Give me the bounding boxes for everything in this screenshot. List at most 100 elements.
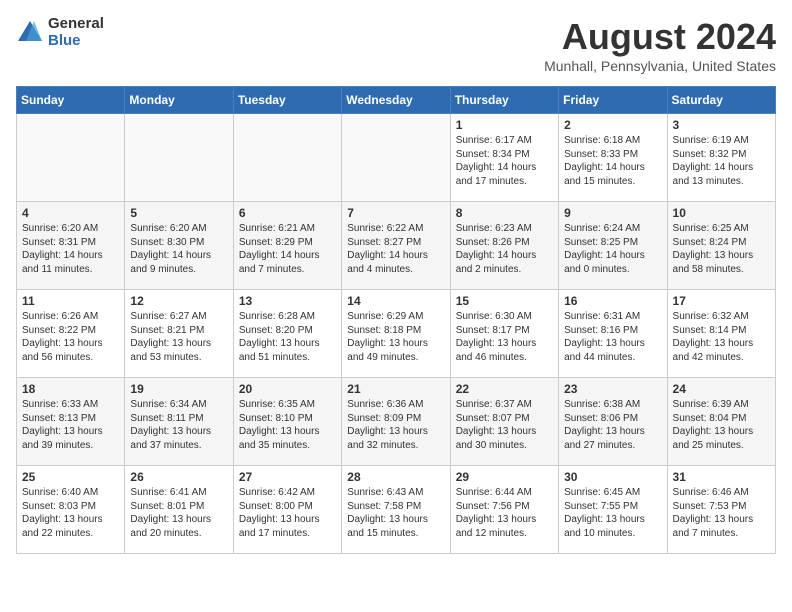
logo-blue-text: Blue [48,33,104,50]
day-number: 7 [347,206,444,220]
day-number: 30 [564,470,661,484]
day-info: Sunrise: 6:37 AM Sunset: 8:07 PM Dayligh… [456,398,553,452]
calendar-cell: 5Sunrise: 6:20 AM Sunset: 8:30 PM Daylig… [125,202,233,290]
calendar-cell: 9Sunrise: 6:24 AM Sunset: 8:25 PM Daylig… [559,202,667,290]
day-info: Sunrise: 6:17 AM Sunset: 8:34 PM Dayligh… [456,134,553,188]
day-info: Sunrise: 6:27 AM Sunset: 8:21 PM Dayligh… [130,310,227,364]
calendar-cell: 10 Sunrise: 6:25 AM Sunset: 8:24 PM Dayli… [667,202,775,290]
day-number: 22 [456,382,553,396]
header-day-thursday: Thursday [450,87,558,114]
calendar-cell: 17Sunrise: 6:32 AM Sunset: 8:14 PM Dayli… [667,290,775,378]
day-number: 3 [673,118,770,132]
day-number: 1 [456,118,553,132]
day-info: Sunrise: 6:23 AM Sunset: 8:26 PM Dayligh… [456,222,553,276]
day-info: Sunrise: 6:39 AM Sunset: 8:04 PM Dayligh… [673,398,770,452]
day-number: 9 [564,206,661,220]
day-number: 27 [239,470,336,484]
calendar-cell: 19Sunrise: 6:34 AM Sunset: 8:11 PM Dayli… [125,378,233,466]
header-day-tuesday: Tuesday [233,87,341,114]
day-info: Sunrise: 6:28 AM Sunset: 8:20 PM Dayligh… [239,310,336,364]
calendar-cell: 3 Sunrise: 6:19 AM Sunset: 8:32 PM Daylig… [667,114,775,202]
header-day-friday: Friday [559,87,667,114]
header-day-wednesday: Wednesday [342,87,450,114]
month-title: August 2024 [544,16,776,58]
day-info: Sunrise: 6:44 AM Sunset: 7:56 PM Dayligh… [456,486,553,540]
day-info: Sunrise: 6:32 AM Sunset: 8:14 PM Dayligh… [673,310,770,364]
calendar-cell: 1 Sunrise: 6:17 AM Sunset: 8:34 PM Daylig… [450,114,558,202]
day-info: Sunrise: 6:45 AM Sunset: 7:55 PM Dayligh… [564,486,661,540]
day-info: Sunrise: 6:33 AM Sunset: 8:13 PM Dayligh… [22,398,119,452]
day-info: Sunrise: 6:20 AM Sunset: 8:31 PM Dayligh… [22,222,119,276]
day-info: Sunrise: 6:21 AM Sunset: 8:29 PM Dayligh… [239,222,336,276]
day-number: 14 [347,294,444,308]
calendar-cell: 30 Sunrise: 6:45 AM Sunset: 7:55 PM Dayli… [559,466,667,554]
day-number: 15 [456,294,553,308]
calendar-cell: 24Sunrise: 6:39 AM Sunset: 8:04 PM Dayli… [667,378,775,466]
logo-icon [16,19,44,47]
day-number: 11 [22,294,119,308]
calendar-cell: 28Sunrise: 6:43 AM Sunset: 7:58 PM Dayli… [342,466,450,554]
day-number: 31 [673,470,770,484]
logo: General Blue [16,16,104,49]
calendar-cell [342,114,450,202]
calendar-cell: 11 Sunrise: 6:26 AM Sunset: 8:22 PM Dayli… [17,290,125,378]
day-info: Sunrise: 6:25 AM Sunset: 8:24 PM Dayligh… [673,222,770,276]
day-number: 8 [456,206,553,220]
day-info: Sunrise: 6:43 AM Sunset: 7:58 PM Dayligh… [347,486,444,540]
day-info: Sunrise: 6:26 AM Sunset: 8:22 PM Dayligh… [22,310,119,364]
calendar-cell [125,114,233,202]
calendar-cell: 14 Sunrise: 6:29 AM Sunset: 8:18 PM Dayli… [342,290,450,378]
calendar-week-row: 1 Sunrise: 6:17 AM Sunset: 8:34 PM Daylig… [17,114,776,202]
calendar-cell: 16Sunrise: 6:31 AM Sunset: 8:16 PM Dayli… [559,290,667,378]
day-info: Sunrise: 6:36 AM Sunset: 8:09 PM Dayligh… [347,398,444,452]
location-text: Munhall, Pennsylvania, United States [544,58,776,74]
calendar-cell: 6 Sunrise: 6:21 AM Sunset: 8:29 PM Daylig… [233,202,341,290]
day-number: 16 [564,294,661,308]
calendar-cell: 7 Sunrise: 6:22 AM Sunset: 8:27 PM Daylig… [342,202,450,290]
calendar-week-row: 25 Sunrise: 6:40 AM Sunset: 8:03 PM Dayli… [17,466,776,554]
day-number: 25 [22,470,119,484]
day-info: Sunrise: 6:29 AM Sunset: 8:18 PM Dayligh… [347,310,444,364]
calendar-table: SundayMondayTuesdayWednesdayThursdayFrid… [16,86,776,554]
calendar-cell: 8 Sunrise: 6:23 AM Sunset: 8:26 PM Daylig… [450,202,558,290]
header-day-monday: Monday [125,87,233,114]
calendar-cell: 25 Sunrise: 6:40 AM Sunset: 8:03 PM Dayli… [17,466,125,554]
day-info: Sunrise: 6:40 AM Sunset: 8:03 PM Dayligh… [22,486,119,540]
day-info: Sunrise: 6:30 AM Sunset: 8:17 PM Dayligh… [456,310,553,364]
calendar-cell: 13 Sunrise: 6:28 AM Sunset: 8:20 PM Dayli… [233,290,341,378]
day-info: Sunrise: 6:46 AM Sunset: 7:53 PM Dayligh… [673,486,770,540]
calendar-cell: 20Sunrise: 6:35 AM Sunset: 8:10 PM Dayli… [233,378,341,466]
day-number: 4 [22,206,119,220]
day-number: 13 [239,294,336,308]
day-number: 26 [130,470,227,484]
calendar-cell: 12 Sunrise: 6:27 AM Sunset: 8:21 PM Dayli… [125,290,233,378]
day-number: 2 [564,118,661,132]
day-number: 18 [22,382,119,396]
day-info: Sunrise: 6:42 AM Sunset: 8:00 PM Dayligh… [239,486,336,540]
calendar-cell: 31 Sunrise: 6:46 AM Sunset: 7:53 PM Dayli… [667,466,775,554]
day-number: 5 [130,206,227,220]
calendar-cell: 21Sunrise: 6:36 AM Sunset: 8:09 PM Dayli… [342,378,450,466]
title-area: August 2024 Munhall, Pennsylvania, Unite… [544,16,776,74]
calendar-cell: 15 Sunrise: 6:30 AM Sunset: 8:17 PM Dayli… [450,290,558,378]
calendar-week-row: 18 Sunrise: 6:33 AM Sunset: 8:13 PM Dayli… [17,378,776,466]
day-number: 20 [239,382,336,396]
calendar-cell: 29 Sunrise: 6:44 AM Sunset: 7:56 PM Dayli… [450,466,558,554]
calendar-cell: 27 Sunrise: 6:42 AM Sunset: 8:00 PM Dayli… [233,466,341,554]
day-info: Sunrise: 6:19 AM Sunset: 8:32 PM Dayligh… [673,134,770,188]
calendar-week-row: 11 Sunrise: 6:26 AM Sunset: 8:22 PM Dayli… [17,290,776,378]
header-day-sunday: Sunday [17,87,125,114]
day-number: 29 [456,470,553,484]
day-number: 12 [130,294,227,308]
calendar-cell: 22 Sunrise: 6:37 AM Sunset: 8:07 PM Dayli… [450,378,558,466]
day-number: 10 [673,206,770,220]
day-info: Sunrise: 6:41 AM Sunset: 8:01 PM Dayligh… [130,486,227,540]
day-info: Sunrise: 6:38 AM Sunset: 8:06 PM Dayligh… [564,398,661,452]
calendar-cell: 2Sunrise: 6:18 AM Sunset: 8:33 PM Daylig… [559,114,667,202]
day-number: 19 [130,382,227,396]
day-number: 23 [564,382,661,396]
calendar-header-row: SundayMondayTuesdayWednesdayThursdayFrid… [17,87,776,114]
day-number: 6 [239,206,336,220]
day-info: Sunrise: 6:22 AM Sunset: 8:27 PM Dayligh… [347,222,444,276]
calendar-cell: 23 Sunrise: 6:38 AM Sunset: 8:06 PM Dayli… [559,378,667,466]
